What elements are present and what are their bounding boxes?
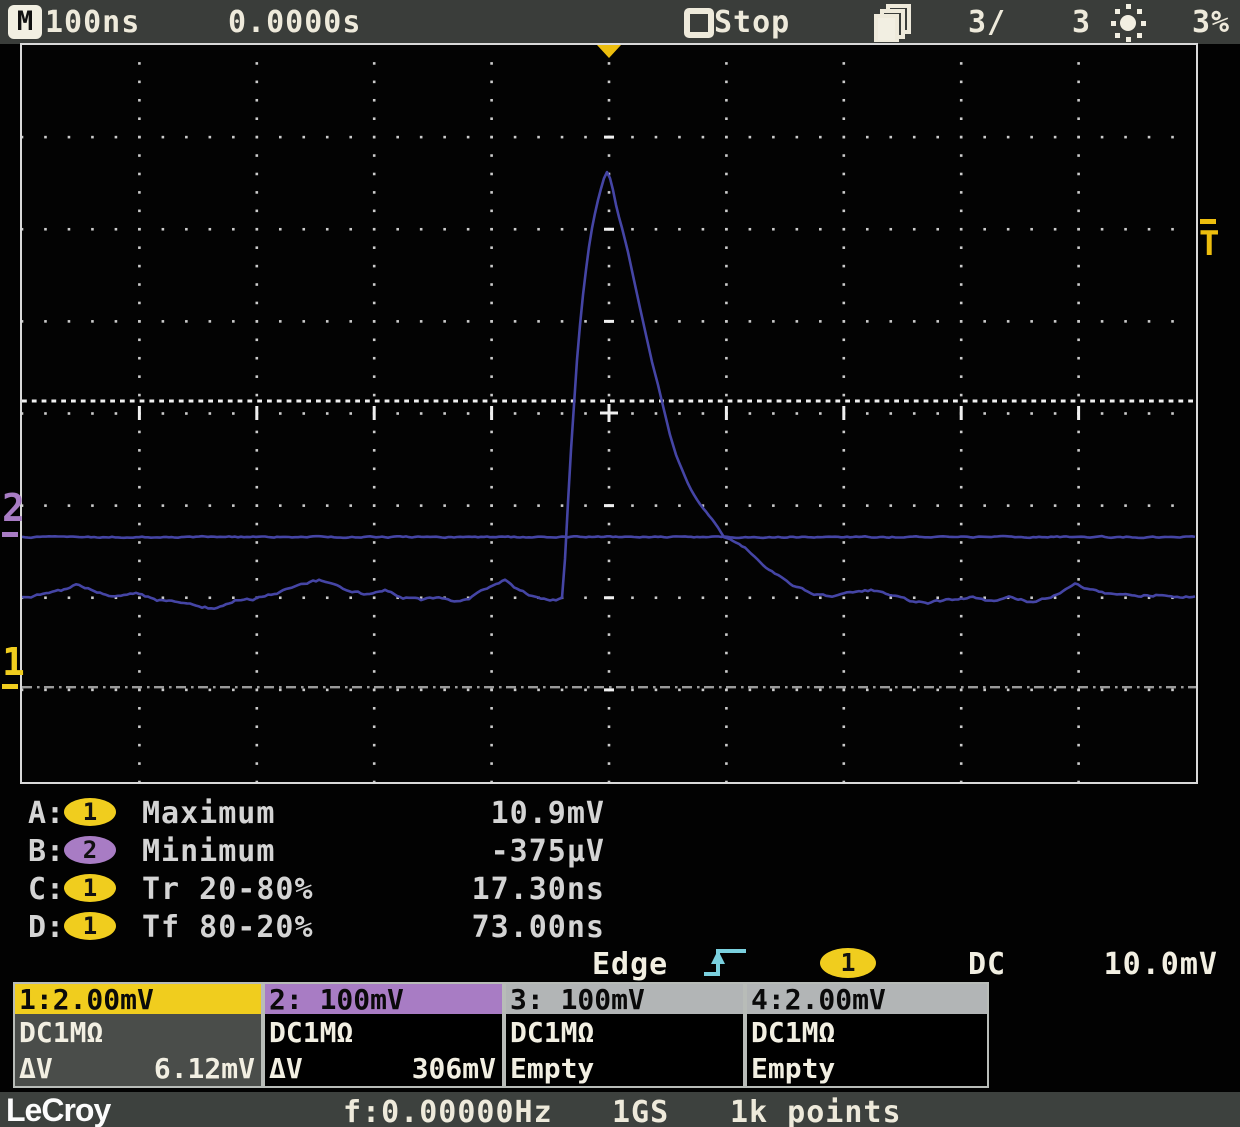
meas-name: Tr 20-80% (142, 872, 314, 907)
channel-2-box[interactable]: 2: 100mV DC1MΩ ΔV 306mV (263, 982, 504, 1088)
meas-name: Maximum (142, 796, 275, 831)
trigger-level-marker[interactable]: T (1199, 226, 1219, 262)
channel-1-coupling: DC1MΩ (19, 1016, 103, 1049)
channel-3-status: Empty (510, 1052, 594, 1085)
meas-value: 10.9mV (370, 796, 605, 831)
channel-1-header[interactable]: 1:2.00mV (15, 984, 261, 1014)
stop-square-icon[interactable] (684, 8, 714, 38)
meas-source-badge[interactable]: 1 (64, 912, 116, 940)
waveform-trace (22, 536, 1195, 538)
lecroy-logo: LeCroy (6, 1092, 120, 1127)
trigger-source-badge[interactable]: 1 (820, 948, 876, 978)
pages-icon (872, 4, 916, 42)
meas-slot: B: (28, 834, 64, 869)
channel-4-coupling: DC1MΩ (751, 1016, 835, 1049)
frequency-readout: f:0.00000Hz (343, 1095, 553, 1127)
trigger-level-readout: 10.0mV (1030, 947, 1218, 982)
channel-4-box[interactable]: 4:2.00mV DC1MΩ Empty (745, 982, 989, 1088)
trigger-position-marker (597, 45, 621, 58)
segment-total: 3 (1072, 5, 1091, 40)
intensity-readout: 3% (1192, 5, 1230, 40)
segment-index: 3/ (968, 5, 1006, 40)
rising-edge-icon (700, 944, 752, 980)
oscilloscope-screen: M 100ns 0.0000s Stop 3/ 3 3% 2 1 (0, 0, 1240, 1127)
channel-1-meas-label: ΔV (19, 1052, 53, 1085)
channel-1-meas-value: 6.12mV (154, 1052, 255, 1085)
meas-value: 17.30ns (370, 872, 605, 907)
channel-2-meas-value: 306mV (412, 1052, 496, 1085)
meas-value: 73.00ns (370, 910, 605, 945)
record-length-readout: 1k points (730, 1095, 902, 1127)
channel-1-box[interactable]: 1:2.00mV DC1MΩ ΔV 6.12mV (13, 982, 263, 1088)
meas-value: -375µV (370, 834, 605, 869)
channel-4-header[interactable]: 4:2.00mV (747, 984, 987, 1014)
meas-slot: A: (28, 796, 64, 831)
channel-4-status: Empty (751, 1052, 835, 1085)
meas-source-badge[interactable]: 1 (64, 874, 116, 902)
top-status-bar: M 100ns 0.0000s Stop 3/ 3 3% (0, 0, 1240, 44)
channel-2-header[interactable]: 2: 100mV (265, 984, 502, 1014)
bottom-status-bar: LeCroy f:0.00000Hz 1GS 1k points (0, 1092, 1240, 1127)
meas-name: Minimum (142, 834, 275, 869)
timebase-readout: 100ns (45, 5, 140, 40)
waveform-graticule[interactable] (20, 43, 1198, 784)
ch2-zero-marker[interactable]: 2 (2, 490, 25, 526)
channel-2-coupling: DC1MΩ (269, 1016, 353, 1049)
ch2-zero-dash (2, 532, 18, 537)
trigger-coupling-label[interactable]: DC (968, 947, 1006, 982)
ch1-zero-dash (2, 684, 18, 689)
trigger-delay-readout: 0.0000s (228, 5, 361, 40)
channel-3-header[interactable]: 3: 100mV (506, 984, 743, 1014)
meas-source-badge[interactable]: 1 (64, 798, 116, 826)
meas-slot: C: (28, 872, 64, 907)
brightness-icon[interactable] (1106, 3, 1150, 43)
meas-name: Tf 80-20% (142, 910, 314, 945)
timebase-mode-icon[interactable]: M (8, 5, 42, 39)
trigger-type-label[interactable]: Edge (592, 947, 668, 982)
channel-3-box[interactable]: 3: 100mV DC1MΩ Empty (504, 982, 745, 1088)
ch1-zero-marker[interactable]: 1 (2, 644, 25, 680)
channel-3-coupling: DC1MΩ (510, 1016, 594, 1049)
acquisition-state-label: Stop (714, 5, 790, 40)
sample-rate-readout: 1GS (612, 1095, 669, 1127)
meas-slot: D: (28, 910, 64, 945)
meas-source-badge[interactable]: 2 (64, 836, 116, 864)
channel-2-meas-label: ΔV (269, 1052, 303, 1085)
grid-and-traces-canvas (22, 45, 1196, 782)
